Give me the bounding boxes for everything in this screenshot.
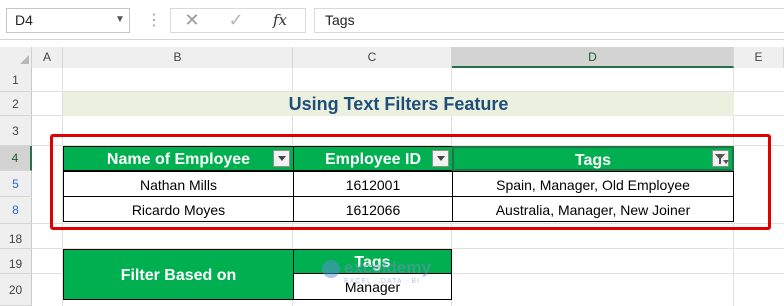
more-dots-icon[interactable]: ⋮ (146, 8, 162, 33)
watermark-tagline: EXCEL · DATA · BI (344, 278, 420, 285)
highlight-frame (50, 134, 771, 230)
row-header-5[interactable]: 5 (0, 171, 32, 197)
cancel-button[interactable]: ✕ (178, 8, 206, 33)
formula-input[interactable]: Tags (314, 8, 784, 33)
enter-button[interactable]: ✓ (222, 8, 250, 33)
chevron-down-icon[interactable]: ▼ (112, 9, 128, 31)
column-header-e[interactable]: E (734, 47, 784, 68)
sheet-title[interactable]: Using Text Filters Feature (63, 92, 734, 116)
column-header-d[interactable]: D (452, 47, 734, 68)
watermark-name: exceldemy (344, 258, 431, 277)
insert-function-button[interactable]: fx (266, 8, 294, 33)
exceldemy-logo-icon (322, 260, 340, 278)
select-all-triangle-icon (20, 55, 29, 64)
row-header-2[interactable]: 2 (0, 92, 32, 116)
row-header-4[interactable]: 4 (0, 146, 32, 171)
watermark: exceldemy EXCEL · DATA · BI (322, 256, 472, 292)
column-header-c[interactable]: C (293, 47, 452, 68)
row-header-1[interactable]: 1 (0, 68, 32, 92)
row-header-8[interactable]: 8 (0, 197, 32, 224)
column-header-b[interactable]: B (63, 47, 293, 68)
row-header-3[interactable]: 3 (0, 116, 32, 146)
row-header-18[interactable]: 18 (0, 224, 32, 249)
column-header-a[interactable]: A (32, 47, 63, 68)
criteria-label[interactable]: Filter Based on (63, 249, 294, 300)
row-header-19[interactable]: 19 (0, 249, 32, 274)
row-header-20[interactable]: 20 (0, 274, 32, 306)
